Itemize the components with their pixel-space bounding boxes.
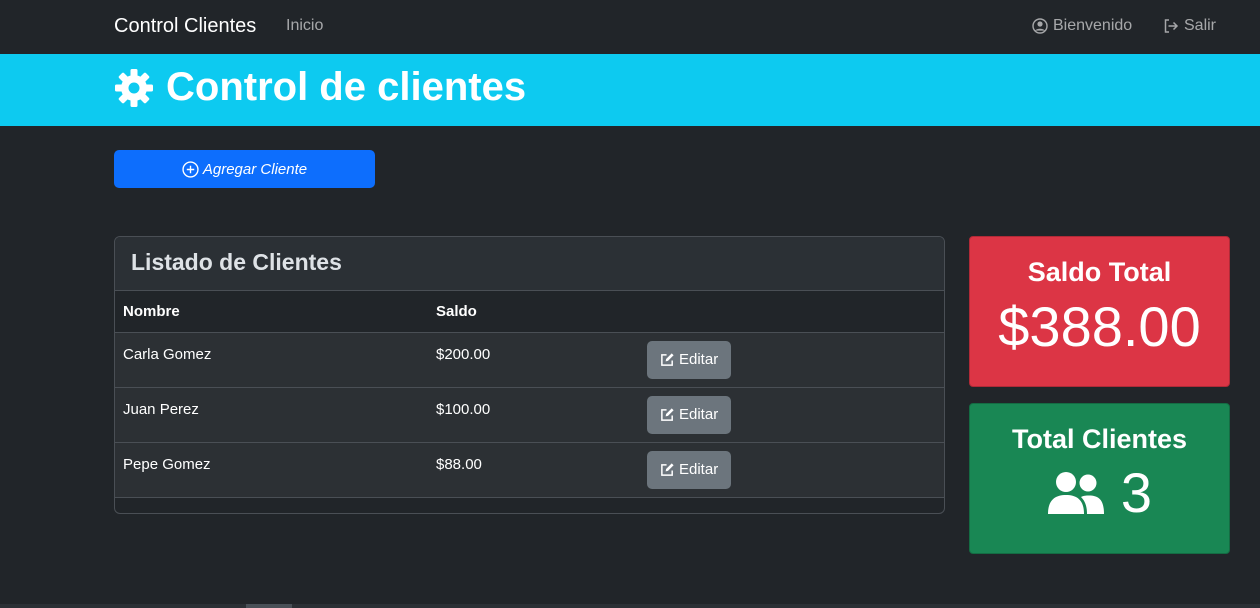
client-list-title: Listado de Clientes [115, 237, 944, 291]
client-actions: Editar [639, 387, 944, 443]
nav-link-inicio-label: Inicio [286, 17, 324, 34]
client-actions: Editar [639, 442, 944, 498]
client-list-card: Listado de Clientes Nombre Saldo Carla G… [114, 236, 945, 514]
nav-link-salir[interactable]: Salir [1163, 17, 1216, 35]
edit-button[interactable]: Editar [647, 395, 732, 434]
edit-button-label: Editar [679, 461, 719, 478]
column-header-saldo: Saldo [428, 291, 639, 333]
page-title: Control de clientes [114, 65, 526, 110]
client-actions: Editar [639, 332, 944, 388]
total-clientes-card: Total Clientes 3 [969, 403, 1230, 554]
edit-icon [661, 463, 674, 476]
saldo-total-title: Saldo Total [1027, 257, 1172, 287]
client-name: Carla Gomez [115, 332, 428, 388]
plus-circle-icon [182, 160, 199, 178]
table-row: Pepe Gomez $88.00 Editar [115, 442, 944, 498]
client-saldo: $88.00 [428, 442, 639, 498]
user-circle-icon [1032, 18, 1048, 34]
saldo-total-value: $388.00 [998, 295, 1201, 358]
total-clientes-row: 3 [970, 463, 1229, 523]
saldo-total-card: Saldo Total $388.00 [969, 236, 1230, 387]
column-header-actions [639, 291, 944, 333]
edit-icon [661, 353, 674, 366]
client-name: Pepe Gomez [115, 442, 428, 498]
page-header: Control de clientes [0, 54, 1260, 126]
navbar-brand[interactable]: Control Clientes [114, 15, 256, 38]
nav-link-bienvenido-label: Bienvenido [1053, 17, 1133, 34]
scrollbar-thumb[interactable] [246, 604, 292, 608]
table-header-row: Nombre Saldo [115, 291, 944, 333]
edit-button-label: Editar [679, 351, 719, 368]
navbar: Control Clientes Inicio Bienvenido Salir [0, 0, 1260, 54]
table-row: Carla Gomez $200.00 Editar [115, 332, 944, 388]
edit-icon [661, 408, 674, 421]
edit-button[interactable]: Editar [647, 340, 732, 379]
horizontal-scrollbar[interactable] [0, 604, 1260, 608]
gear-icon [115, 68, 153, 107]
client-name: Juan Perez [115, 387, 428, 443]
total-clientes-value: 3 [1120, 461, 1153, 524]
client-saldo: $100.00 [428, 387, 639, 443]
column-header-nombre: Nombre [115, 291, 428, 333]
page-title-text: Control de clientes [166, 65, 527, 109]
add-client-button[interactable]: Agregar Cliente [114, 150, 375, 188]
nav-link-bienvenido[interactable]: Bienvenido [1032, 17, 1132, 35]
nav-link-salir-label: Salir [1184, 17, 1217, 34]
client-saldo: $200.00 [428, 332, 639, 388]
sign-out-icon [1164, 19, 1179, 33]
users-icon [1047, 472, 1104, 514]
add-client-label: Agregar Cliente [202, 160, 308, 178]
edit-button[interactable]: Editar [647, 450, 732, 489]
client-table: Nombre Saldo Carla Gomez $200.00 Editar [115, 291, 944, 498]
edit-button-label: Editar [679, 406, 719, 423]
nav-link-inicio[interactable]: Inicio [286, 17, 323, 35]
total-clientes-title: Total Clientes [1011, 424, 1188, 454]
table-row: Juan Perez $100.00 Editar [115, 387, 944, 443]
